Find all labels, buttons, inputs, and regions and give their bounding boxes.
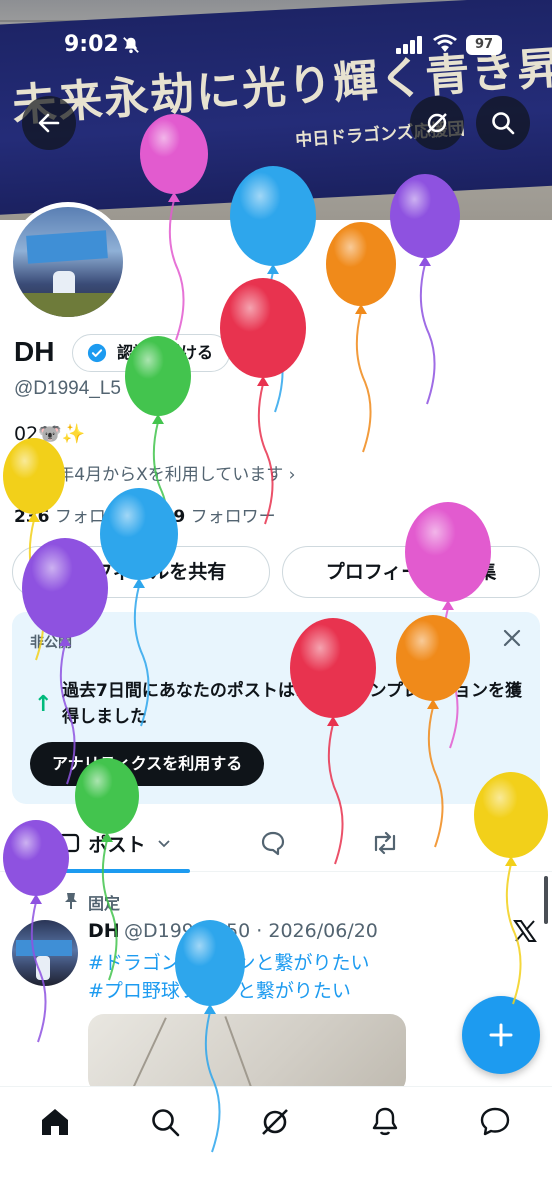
status-bar: 9:02 97 (0, 0, 552, 90)
follow-stats: 236 フォロー中 19 フォロワー (14, 502, 276, 527)
grok-icon[interactable] (258, 1105, 292, 1139)
profile-avatar[interactable] (8, 202, 128, 322)
followers-count: 19 (161, 507, 186, 527)
joined-date[interactable]: 2024年4月からXを利用しています › (14, 460, 295, 485)
followers-label: フォロワー (190, 507, 276, 527)
pinned-label: 固定 (88, 894, 121, 913)
hashtag-link[interactable]: #ドラゴンズファンと繋がりたい (88, 948, 370, 975)
post-image[interactable] (88, 1014, 406, 1094)
bell-icon[interactable] (368, 1105, 402, 1139)
bell-off-icon (123, 37, 139, 54)
clock: 9:02 (64, 32, 119, 57)
profile-bio: 02🐨✨ (14, 423, 86, 445)
x-logo-icon (513, 920, 537, 942)
balloon (474, 772, 548, 1005)
wifi-icon (433, 34, 457, 52)
media-icon (500, 831, 526, 855)
tab-replies[interactable] (236, 814, 310, 872)
tab-posts[interactable]: ポスト (40, 814, 190, 873)
grok-button[interactable] (410, 96, 464, 150)
message-icon[interactable] (478, 1105, 512, 1139)
scrollbar-thumb[interactable] (544, 876, 548, 924)
chevron-down-icon (157, 840, 170, 848)
following-count: 236 (14, 507, 50, 527)
post-avatar[interactable] (12, 920, 78, 986)
grok-icon (427, 113, 447, 133)
following-label: フォロー中 (54, 507, 140, 527)
search-button[interactable] (476, 96, 530, 150)
post-icon (59, 833, 80, 853)
hashtag-link[interactable]: #プロ野球ファンと繋がりたい (88, 976, 351, 1003)
edit-profile-button[interactable]: プロフィールを編集 (282, 546, 540, 598)
balloon (326, 222, 396, 453)
back-button[interactable] (22, 96, 76, 150)
analytics-button[interactable]: アナリティクスを利用する (30, 742, 265, 786)
arrow-up-icon: ↑ (34, 692, 53, 717)
pin-icon (65, 893, 77, 909)
profile-tabs: ポスト (0, 814, 552, 873)
get-verified-label: 認証を受ける (117, 343, 214, 362)
balloon (220, 278, 306, 525)
post-author-name: DH (88, 920, 120, 942)
analytics-text: 過去7日間にあなたのポストは10件のインプレッションを獲得しました (62, 681, 522, 727)
chevron-right-icon: › (288, 465, 296, 485)
profile-handle: @D1994_L5 (14, 378, 121, 399)
back-arrow-icon (38, 113, 60, 133)
profile-name: DH (14, 336, 55, 367)
tab-posts-label: ポスト (88, 833, 146, 856)
avatar-image (13, 207, 123, 317)
reply-icon (261, 831, 285, 856)
joined-text: 2024年4月からXを利用しています (14, 465, 284, 485)
private-label: 非公開 (30, 635, 72, 651)
battery-indicator: 97 (466, 35, 502, 55)
share-profile-button[interactable]: プロフィールを共有 (12, 546, 270, 598)
signal-icon (396, 36, 422, 54)
analytics-card: 非公開 ↑ 過去7日間にあなたのポストは10件のインプレッションを獲得しました … (12, 612, 540, 804)
tab-media[interactable] (476, 814, 550, 872)
compose-button[interactable] (462, 996, 540, 1074)
repost-icon (374, 831, 396, 855)
post-meta: @D1994_L50 · 2026/06/20 (124, 920, 378, 942)
following-link[interactable]: 236 フォロー中 (14, 507, 140, 527)
active-tab-indicator (40, 869, 190, 873)
home-icon[interactable] (38, 1105, 72, 1139)
bottom-navigation (0, 1086, 552, 1200)
verified-badge-icon (87, 343, 107, 363)
followers-link[interactable]: 19 フォロワー (162, 507, 276, 527)
get-verified-button[interactable]: 認証を受ける (72, 334, 231, 372)
search-icon[interactable] (148, 1105, 182, 1139)
close-icon[interactable] (500, 626, 524, 650)
search-icon (492, 112, 515, 135)
plus-icon (489, 1023, 513, 1047)
tab-reposts[interactable] (348, 814, 422, 872)
